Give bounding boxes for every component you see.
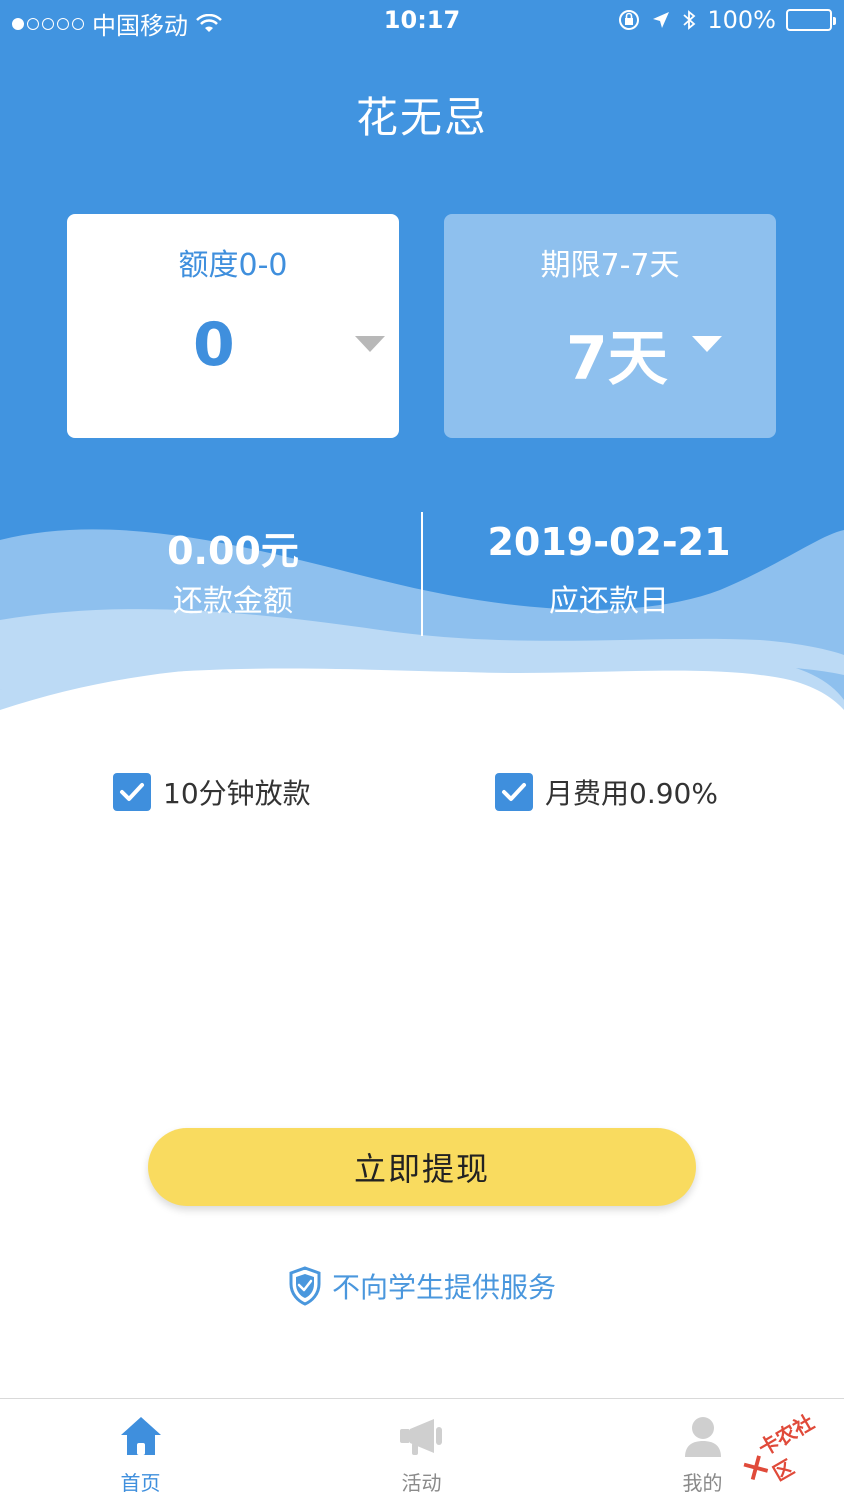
profile-icon [684, 1417, 721, 1457]
term-value: 7天 [566, 324, 668, 394]
megaphone-icon [399, 1419, 442, 1455]
repayment-amount-value: 0.00元 [167, 529, 299, 573]
bluetooth-icon [683, 10, 696, 30]
tab-label: 首页 [120, 1471, 161, 1495]
checkbox-checked-icon[interactable] [113, 773, 151, 811]
location-icon [653, 12, 670, 28]
chevron-down-icon[interactable] [692, 336, 722, 352]
battery-icon [786, 9, 836, 31]
tab-label: 活动 [401, 1471, 442, 1495]
chevron-down-icon[interactable] [355, 336, 385, 352]
due-date-label: 应还款日 [549, 584, 669, 619]
feature-fast-loan[interactable]: 10分钟放款 [113, 772, 311, 812]
due-date-block: 2019-02-21 应还款日 [398, 520, 820, 620]
amount-selector[interactable]: 额度0-0 0 [67, 214, 399, 438]
repayment-amount-block: 0.00元 还款金额 [22, 520, 444, 620]
amount-value: 0 [193, 310, 235, 380]
shield-check-icon [289, 1266, 321, 1306]
withdraw-now-button[interactable]: 立即提现 [148, 1128, 696, 1206]
feature-monthly-fee[interactable]: 月费用0.90% [495, 772, 718, 812]
feature-label: 月费用0.90% [545, 777, 718, 810]
due-date-value: 2019-02-21 [487, 520, 731, 564]
status-right: 100% [617, 6, 836, 34]
battery-percent: 100% [707, 6, 776, 34]
status-bar: 中国移动 10:17 100% [0, 0, 844, 44]
term-label: 期限7-7天 [540, 248, 680, 283]
checkbox-checked-icon[interactable] [495, 773, 533, 811]
student-notice: 不向学生提供服务 [0, 1266, 844, 1306]
tab-activity[interactable]: 活动 [281, 1399, 562, 1500]
page-title: 花无忌 [355, 93, 488, 142]
bottom-tab-bar: 首页 活动 我的 [0, 1398, 844, 1500]
orientation-lock-icon [619, 10, 640, 30]
amount-label: 额度0-0 [178, 248, 288, 283]
term-selector[interactable]: 期限7-7天 7天 [444, 214, 776, 438]
repayment-amount-label: 还款金额 [173, 584, 293, 619]
tab-label: 我的 [682, 1471, 723, 1495]
feature-label: 10分钟放款 [163, 777, 311, 810]
student-notice-text: 不向学生提供服务 [331, 1271, 556, 1304]
tab-home[interactable]: 首页 [0, 1399, 281, 1500]
home-icon [120, 1417, 161, 1455]
